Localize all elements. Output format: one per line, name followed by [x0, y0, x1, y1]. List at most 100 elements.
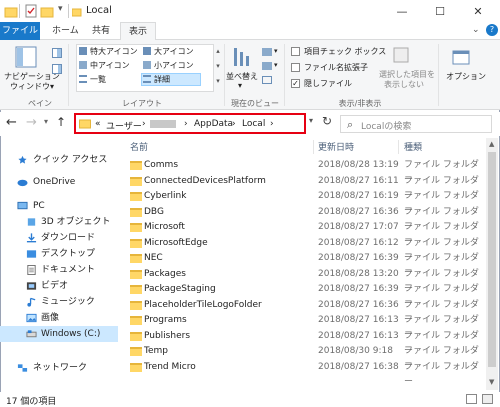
layout-list[interactable]: 一覧 — [90, 74, 106, 85]
sidebar-item-pictures[interactable]: 画像 — [0, 310, 118, 326]
table-row[interactable]: DBG 2018/08/27 16:36 ファイル フォルダー — [126, 205, 486, 232]
breadcrumb-separator[interactable]: › — [232, 119, 236, 129]
table-row[interactable]: MicrosoftEdge 2018/08/27 16:12 ファイル フォルダー — [126, 236, 486, 263]
sidebar-item-videos[interactable]: ビデオ — [0, 278, 118, 294]
hidden-items-toggle[interactable]: ✓ — [291, 79, 300, 88]
folder-icon — [130, 300, 142, 310]
qat-dropdown-icon[interactable]: ▾ — [58, 4, 63, 14]
table-row[interactable]: PackageStaging 2018/08/27 16:39 ファイル フォルダー — [126, 282, 486, 309]
table-row[interactable]: PlaceholderTileLogoFolder 2018/08/27 16:3… — [126, 298, 486, 325]
navigation-pane: クイック アクセス OneDrive PC 3D オブジェクト ダウンロード デ… — [0, 138, 120, 390]
breadcrumb-separator[interactable]: › — [270, 119, 274, 129]
breadcrumb-appdata[interactable]: AppData — [194, 119, 233, 129]
scroll-up-icon[interactable]: ▲ — [489, 140, 494, 148]
music-icon — [27, 297, 36, 307]
group-by-icon[interactable] — [262, 48, 272, 56]
sidebar-item-pc[interactable]: PC — [0, 198, 118, 214]
layout-details[interactable]: 詳細 — [154, 74, 170, 85]
breadcrumb-separator[interactable]: › — [184, 119, 188, 129]
column-header-type[interactable]: 種類 — [404, 140, 422, 154]
sidebar-item-quick-access[interactable]: クイック アクセス — [0, 152, 118, 168]
details-icon — [143, 75, 151, 83]
size-columns-icon[interactable] — [262, 76, 272, 84]
column-divider[interactable] — [398, 140, 399, 154]
layout-extra-large-icons[interactable]: 特大アイコン — [90, 46, 138, 57]
address-bar[interactable]: « ユーザー › › AppData › Local › — [74, 113, 306, 134]
details-view-icon[interactable] — [466, 394, 477, 404]
vertical-scrollbar[interactable]: ▲ ▼ — [486, 138, 498, 390]
help-icon[interactable]: ? — [486, 24, 498, 36]
ribbon-expand-icon[interactable]: ⌄ — [472, 25, 480, 35]
tab-file[interactable]: ファイル — [0, 22, 40, 40]
layout-scroll-icon[interactable]: ▴ ▾ ▾ — [214, 44, 222, 92]
sidebar-item-documents[interactable]: ドキュメント — [0, 262, 118, 278]
table-row[interactable]: Microsoft 2018/08/27 17:07 ファイル フォルダー — [126, 220, 486, 247]
column-header-name[interactable]: 名前 — [130, 140, 148, 154]
folder-icon — [130, 316, 142, 325]
sidebar-item-desktop[interactable]: デスクトップ — [0, 246, 118, 262]
item-checkbox-toggle[interactable] — [291, 47, 300, 56]
new-folder-icon[interactable] — [40, 4, 54, 18]
tab-view[interactable]: 表示 — [120, 22, 157, 41]
tab-share[interactable]: 共有 — [84, 22, 118, 40]
table-row[interactable]: Publishers 2018/08/27 16:13 ファイル フォルダー — [126, 329, 486, 356]
sidebar-item-downloads[interactable]: ダウンロード — [0, 230, 118, 246]
refresh-icon[interactable]: ↻ — [322, 114, 332, 128]
navigation-pane-button-label2[interactable]: ウィンドウ▾ — [10, 81, 54, 92]
search-box[interactable]: ⌕ Localの検索 — [340, 115, 492, 133]
hide-selected-button-label2[interactable]: 表示しない — [384, 79, 424, 90]
video-icon — [26, 282, 37, 290]
folder-icon — [130, 269, 142, 279]
table-row[interactable]: Trend Micro 2018/08/27 16:38 ファイル フォルダー — [126, 360, 486, 387]
large-icons-view-icon[interactable] — [482, 394, 493, 404]
sidebar-item-3d-objects[interactable]: 3D オブジェクト — [0, 214, 118, 230]
group-by-dropdown-icon[interactable]: ▾ — [274, 47, 278, 55]
table-row[interactable]: ConnectedDevicesPlatform 2018/08/27 16:11… — [126, 174, 486, 201]
sidebar-item-music[interactable]: ミュージック — [0, 294, 118, 310]
recent-locations-icon[interactable]: ▾ — [44, 117, 48, 126]
table-row[interactable]: Comms 2018/08/28 13:19 ファイル フォルダー — [126, 158, 486, 185]
file-extension-toggle[interactable] — [291, 63, 300, 72]
preview-pane-icon[interactable] — [52, 48, 62, 58]
back-arrow-icon[interactable]: ← — [6, 115, 17, 130]
download-icon — [26, 233, 37, 243]
table-row[interactable]: Programs 2018/08/27 16:13 ファイル フォルダー — [126, 313, 486, 340]
layout-medium-icons[interactable]: 中アイコン — [90, 60, 130, 71]
table-row[interactable]: Temp 2018/08/30 9:18 ファイル フォルダー — [126, 344, 486, 371]
column-divider[interactable] — [313, 140, 314, 154]
breadcrumb-users[interactable]: ユーザー — [106, 119, 142, 132]
add-columns-dropdown-icon[interactable]: ▾ — [274, 61, 278, 69]
scroll-down-icon[interactable]: ▼ — [489, 378, 494, 386]
sort-dropdown-icon[interactable]: ▾ — [238, 81, 242, 90]
breadcrumb-local[interactable]: Local — [242, 119, 265, 129]
sidebar-item-windows-c[interactable]: Windows (C:) — [0, 326, 118, 342]
breadcrumb-redacted-username[interactable] — [150, 120, 176, 128]
table-row[interactable]: NEC 2018/08/27 16:39 ファイル フォルダー — [126, 251, 486, 278]
close-button[interactable]: ✕ — [459, 0, 497, 22]
properties-icon[interactable] — [24, 4, 38, 18]
add-columns-icon[interactable] — [262, 62, 272, 70]
column-header-date[interactable]: 更新日時 — [318, 140, 354, 154]
minimize-button[interactable]: — — [383, 0, 421, 22]
up-arrow-icon[interactable]: ↑ — [56, 115, 66, 129]
file-date: 2018/08/27 16:11 — [318, 175, 399, 186]
sidebar-item-network[interactable]: ネットワーク — [0, 360, 118, 376]
table-row[interactable]: Cyberlink 2018/08/27 16:19 ファイル フォルダー — [126, 189, 486, 216]
breadcrumb-overflow[interactable]: « — [95, 119, 101, 129]
sidebar-item-onedrive[interactable]: OneDrive — [0, 174, 118, 190]
scrollbar-thumb[interactable] — [488, 152, 496, 367]
search-input[interactable]: Localの検索 — [361, 119, 411, 132]
folder-icon — [130, 238, 142, 248]
star-icon — [18, 155, 27, 164]
details-pane-icon[interactable] — [52, 64, 62, 74]
tab-home[interactable]: ホーム — [44, 22, 87, 40]
maximize-button[interactable]: ☐ — [421, 0, 459, 22]
forward-arrow-icon[interactable]: → — [26, 115, 37, 130]
breadcrumb-separator[interactable]: › — [142, 119, 146, 129]
layout-small-icons[interactable]: 小アイコン — [154, 60, 194, 71]
file-date: 2018/08/27 16:13 — [318, 315, 399, 325]
layout-large-icons[interactable]: 大アイコン — [154, 46, 194, 57]
table-row[interactable]: Packages 2018/08/28 13:20 ファイル フォルダー — [126, 267, 486, 294]
options-button[interactable]: オプション — [446, 71, 486, 82]
address-dropdown-icon[interactable]: ▾ — [309, 116, 313, 125]
